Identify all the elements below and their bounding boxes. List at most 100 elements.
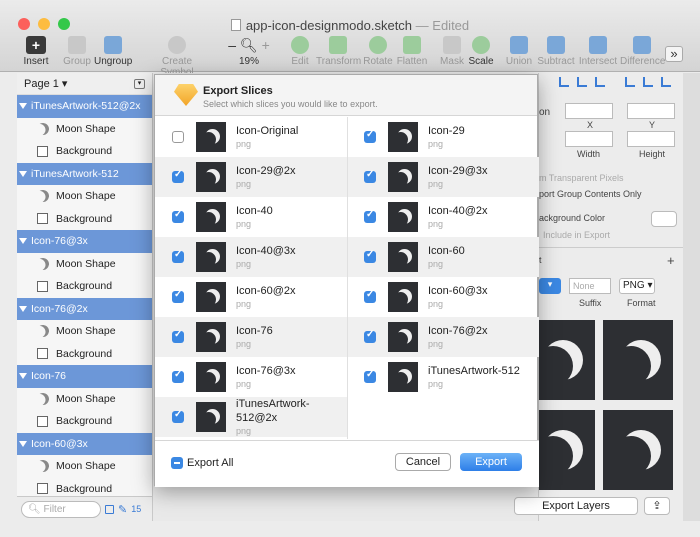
align-bottom-icon[interactable] <box>661 77 671 87</box>
toolbar-overflow-button[interactable]: » <box>665 46 683 62</box>
group-contents-option[interactable]: port Group Contents Only <box>539 189 642 199</box>
export-all-checkbox[interactable] <box>171 457 183 469</box>
trim-option[interactable]: m Transparent Pixels <box>539 173 624 183</box>
insert-button[interactable]: + Insert <box>22 36 50 67</box>
disclosure-triangle-icon[interactable] <box>19 170 27 177</box>
include-in-export-option[interactable]: Include in Export <box>543 230 610 240</box>
artboard-row[interactable]: iTunesArtwork-512 <box>17 162 152 185</box>
width-field[interactable] <box>565 131 613 147</box>
layer-row-rectangle[interactable]: Background <box>17 275 152 298</box>
layer-row-rectangle[interactable]: Background <box>17 140 152 163</box>
layer-row-rectangle[interactable]: Background <box>17 410 152 433</box>
slice-item[interactable]: Icon-60@2x png <box>155 277 347 317</box>
layer-row-shape[interactable]: Moon Shape <box>17 185 152 208</box>
layer-row-shape[interactable]: Moon Shape <box>17 118 152 141</box>
pages-icon[interactable] <box>105 504 114 514</box>
disclosure-triangle-icon[interactable] <box>19 305 27 312</box>
mask-button[interactable]: Mask <box>439 36 465 67</box>
filter-input[interactable]: 🔍︎ Filter <box>21 500 101 518</box>
slice-item[interactable]: Icon-29 png <box>347 117 539 157</box>
artboard-row[interactable]: Icon-76 <box>17 365 152 388</box>
layer-row-rectangle[interactable]: Background <box>17 343 152 366</box>
slice-item[interactable]: iTunesArtwork-512 png <box>347 357 539 397</box>
share-button[interactable]: ⇪ <box>644 497 670 515</box>
slice-checkbox[interactable] <box>364 329 376 343</box>
layer-row-shape[interactable]: Moon Shape <box>17 455 152 478</box>
slice-checkbox[interactable] <box>172 209 184 223</box>
layer-row-rectangle[interactable]: Background <box>17 208 152 231</box>
artboard-row[interactable]: Icon-60@3x <box>17 432 152 455</box>
artboard-row[interactable]: Icon-76@2x <box>17 297 152 320</box>
slice-item[interactable]: Icon-40 png <box>155 197 347 237</box>
flatten-button[interactable]: Flatten <box>396 36 428 67</box>
align-right-icon[interactable] <box>595 77 605 87</box>
disclosure-triangle-icon[interactable] <box>19 238 27 245</box>
scale-button[interactable]: Scale <box>467 36 495 67</box>
disclosure-triangle-icon[interactable] <box>19 103 27 110</box>
align-center-icon[interactable] <box>577 77 587 87</box>
slice-item[interactable]: Icon-29@3x png <box>347 157 539 197</box>
slice-item[interactable]: Icon-76 png <box>155 317 347 357</box>
slice-checkbox[interactable] <box>364 129 376 143</box>
background-color-well[interactable] <box>651 211 677 227</box>
edit-button[interactable]: Edit <box>286 36 314 67</box>
slice-item[interactable]: Icon-40@3x png <box>155 237 347 277</box>
slice-icon[interactable]: ✎ <box>118 503 127 516</box>
align-top-icon[interactable] <box>625 77 635 87</box>
background-color-option[interactable]: ackground Color <box>539 213 605 223</box>
slice-checkbox[interactable] <box>364 169 376 183</box>
artboard-row[interactable]: Icon-76@3x <box>17 230 152 253</box>
slice-item[interactable]: Icon-40@2x png <box>347 197 539 237</box>
union-button[interactable]: Union <box>504 36 534 67</box>
create-symbol-button[interactable]: Create Symbol <box>145 36 209 78</box>
height-field[interactable] <box>627 131 675 147</box>
layer-row-shape[interactable]: Moon Shape <box>17 320 152 343</box>
slice-checkbox[interactable] <box>172 169 184 183</box>
intersect-button[interactable]: Intersect <box>578 36 618 67</box>
layer-row-shape[interactable]: Moon Shape <box>17 388 152 411</box>
align-middle-icon[interactable] <box>643 77 653 87</box>
slice-item[interactable]: Icon-60 png <box>347 237 539 277</box>
zoom-out-button[interactable]: – <box>228 37 236 53</box>
rotate-button[interactable]: Rotate <box>362 36 394 67</box>
size-dropdown[interactable]: ▾ <box>539 278 561 294</box>
slice-checkbox[interactable] <box>172 409 184 423</box>
subtract-button[interactable]: Subtract <box>536 36 576 67</box>
cancel-button[interactable]: Cancel <box>395 453 451 471</box>
group-button[interactable]: Group <box>60 36 94 67</box>
slice-checkbox[interactable] <box>364 249 376 263</box>
transform-button[interactable]: Transform <box>316 36 361 67</box>
slice-checkbox[interactable] <box>364 369 376 383</box>
y-field[interactable] <box>627 103 675 119</box>
slice-item[interactable]: Icon-76@3x png <box>155 357 347 397</box>
slice-checkbox[interactable] <box>172 131 184 143</box>
export-all-label[interactable]: Export All <box>187 457 233 469</box>
slice-checkbox[interactable] <box>364 289 376 303</box>
slice-checkbox[interactable] <box>172 369 184 383</box>
ungroup-button[interactable]: Ungroup <box>94 36 132 67</box>
difference-button[interactable]: Difference <box>620 36 665 67</box>
slice-item[interactable]: Icon-29@2x png <box>155 157 347 197</box>
format-select[interactable]: PNG ▾ <box>619 278 655 294</box>
disclosure-triangle-icon[interactable] <box>19 440 27 447</box>
slice-checkbox[interactable] <box>172 249 184 263</box>
slice-item[interactable]: Icon-Original png <box>155 117 347 157</box>
slice-checkbox[interactable] <box>172 289 184 303</box>
x-field[interactable] <box>565 103 613 119</box>
zoom-control[interactable]: – 🔍︎ + 19% <box>224 36 274 67</box>
inspector-scrollbar[interactable] <box>683 73 700 521</box>
add-export-button[interactable]: + <box>667 253 675 268</box>
slice-checkbox[interactable] <box>364 209 376 223</box>
layer-row-shape[interactable]: Moon Shape <box>17 253 152 276</box>
export-button[interactable]: Export <box>460 453 522 471</box>
slice-item[interactable]: Icon-76@2x png <box>347 317 539 357</box>
zoom-in-button[interactable]: + <box>262 37 270 53</box>
export-layers-button[interactable]: Export Layers <box>514 497 638 515</box>
slice-item[interactable]: iTunesArtwork-512@2x png <box>155 397 347 437</box>
collapse-icon[interactable]: ▾ <box>134 78 145 89</box>
slice-checkbox[interactable] <box>172 329 184 343</box>
align-left-icon[interactable] <box>559 77 569 87</box>
disclosure-triangle-icon[interactable] <box>19 373 27 380</box>
artboard-row[interactable]: iTunesArtwork-512@2x <box>17 95 152 118</box>
page-selector[interactable]: Page 1 ▾ ▾ <box>17 73 152 95</box>
